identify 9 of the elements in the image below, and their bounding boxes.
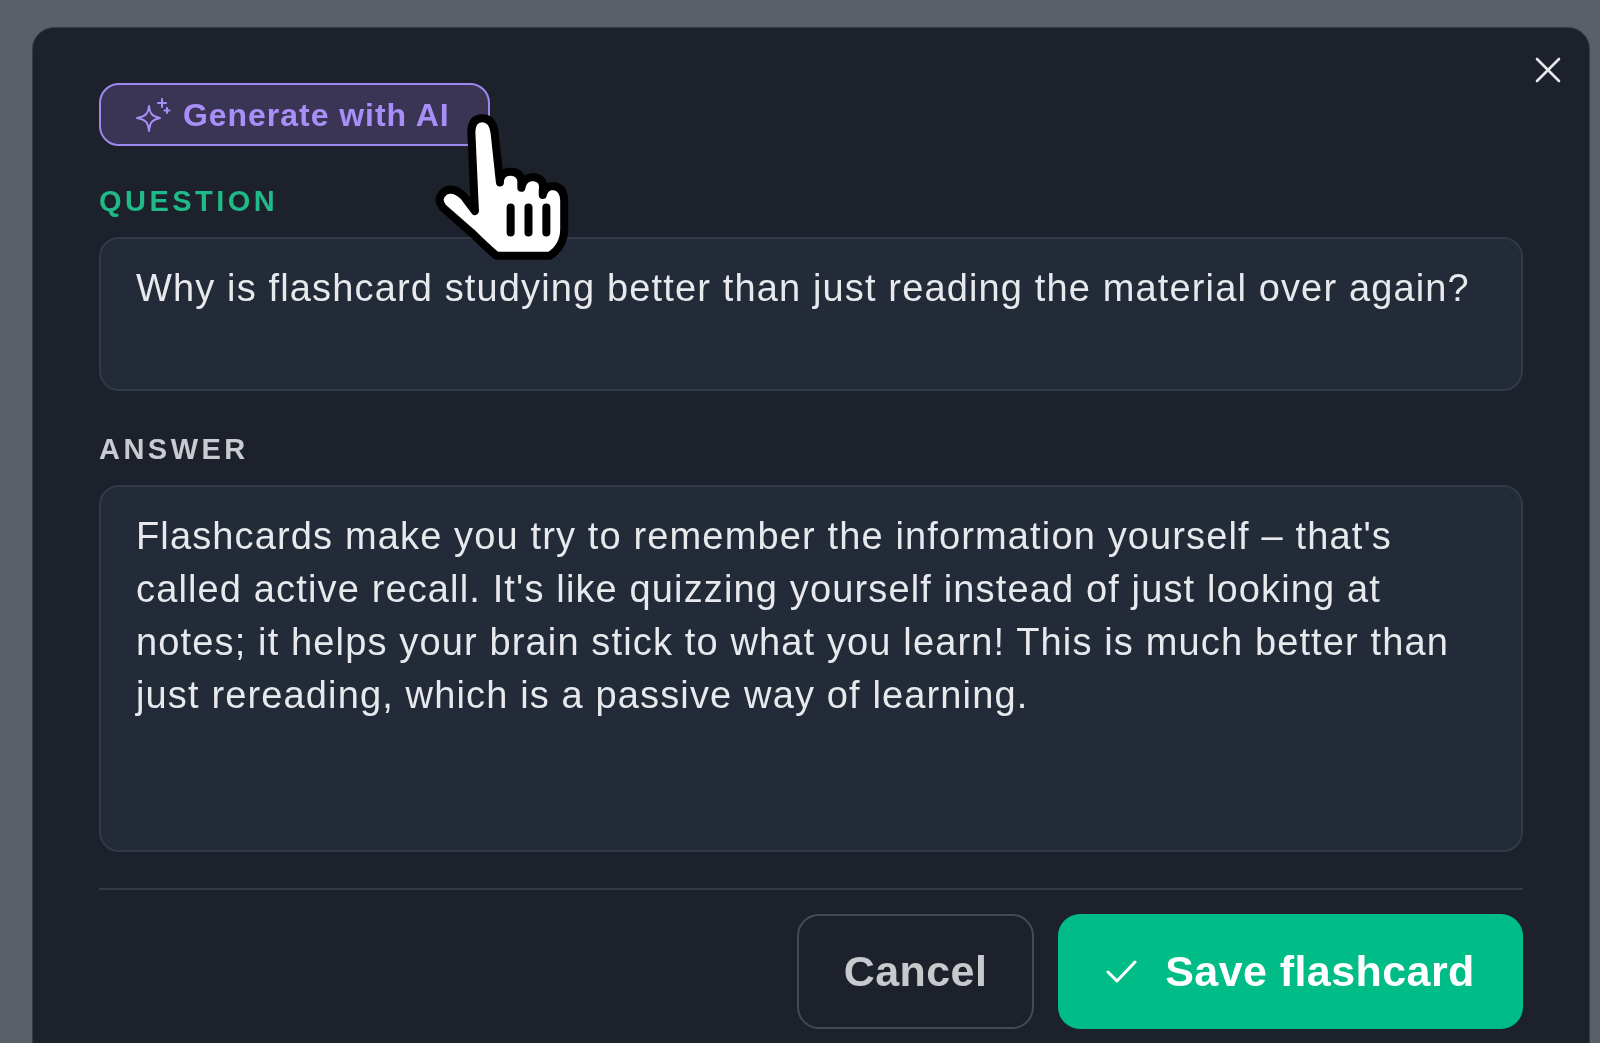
answer-field[interactable]: Flashcards make you try to remember the information yourself – that's called active recall. It's like quizzing yourself instead of just looking at notes; it helps your brain stick to what you learn! This is much better than just rereading, which is a passive way of learning. xyxy=(99,485,1523,852)
question-field[interactable]: Why is flashcard studying better than just reading the material over again? xyxy=(99,237,1523,391)
sparkle-icon xyxy=(135,96,171,133)
cancel-button[interactable]: Cancel xyxy=(797,914,1034,1029)
field-label: ANSWER xyxy=(99,433,249,465)
field-label: QUESTION xyxy=(99,185,279,217)
close-icon xyxy=(1535,57,1561,83)
check-icon xyxy=(1106,960,1138,983)
generate-with-ai-button[interactable]: Generate with AI xyxy=(99,83,490,146)
